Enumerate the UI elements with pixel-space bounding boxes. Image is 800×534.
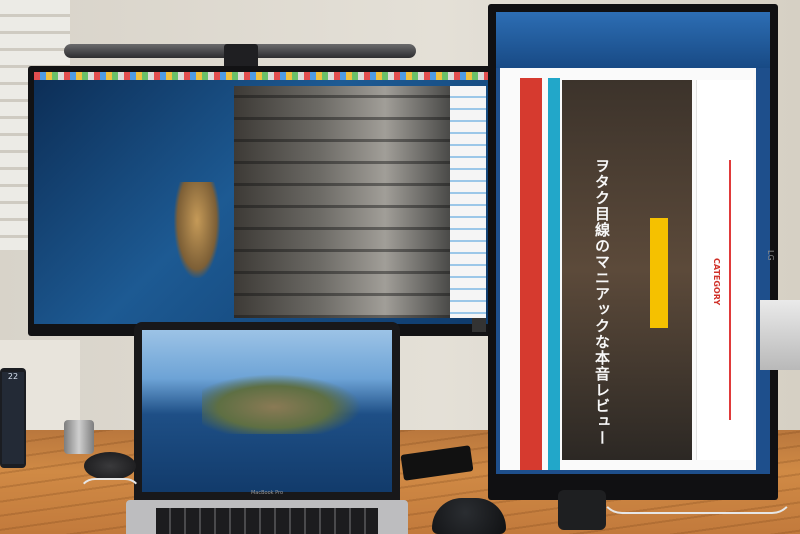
side-device	[760, 300, 800, 370]
cable	[600, 470, 794, 514]
photo-window	[234, 86, 450, 318]
keyboard-keys	[156, 508, 378, 534]
small-speaker	[558, 490, 606, 530]
page-sidebar	[696, 80, 753, 460]
laptop: MacBook Pro	[134, 322, 400, 500]
red-nav-column	[520, 78, 542, 470]
charging-puck	[84, 452, 136, 480]
phone-clock: 22	[7, 372, 19, 381]
monitor-logo: LG	[766, 250, 775, 261]
laptop-label: MacBook Pro	[250, 490, 284, 496]
cyan-nav-column	[548, 78, 560, 470]
phone-screen: 22	[2, 372, 24, 464]
catalina-island-wallpaper	[202, 374, 362, 434]
left-monitor	[28, 66, 494, 336]
menu-bar	[34, 72, 488, 80]
yellow-badge	[650, 218, 668, 328]
laptop-keyboard-deck	[126, 500, 408, 534]
desktop-wallpaper	[496, 12, 770, 68]
right-monitor-screen: ヲタク目線のマニアックな本音レビュー CATEGORY	[496, 12, 770, 474]
left-monitor-screen	[34, 72, 488, 324]
left-monitor-joint	[472, 318, 486, 332]
stairs-photo	[234, 86, 450, 318]
category-heading: CATEGORY	[712, 258, 721, 306]
phone: 22	[0, 368, 26, 468]
page-heading: ヲタク目線のマニアックな本音レビュー	[593, 158, 611, 446]
sidebar-red-line	[729, 160, 731, 420]
cable	[78, 478, 142, 512]
right-monitor: ヲタク目線のマニアックな本音レビュー CATEGORY	[488, 4, 778, 500]
hero-image	[562, 80, 692, 460]
metal-cup	[64, 420, 94, 454]
laptop-screen	[142, 330, 392, 492]
web-page: ヲタク目線のマニアックな本音レビュー CATEGORY	[500, 68, 756, 470]
browser-window	[450, 86, 486, 318]
island-wallpaper	[174, 182, 220, 278]
